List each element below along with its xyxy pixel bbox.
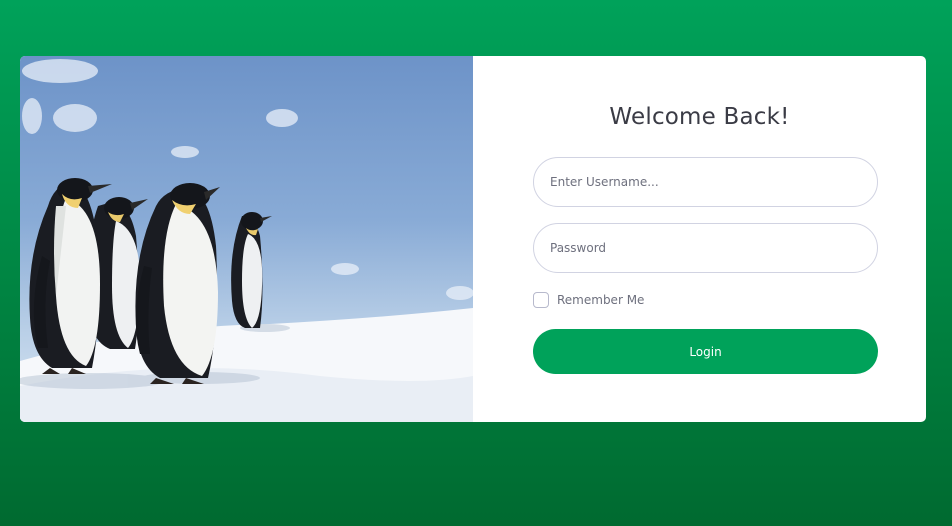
penguins-image bbox=[20, 56, 473, 422]
remember-me-label[interactable]: Remember Me bbox=[557, 293, 644, 307]
remember-me: Remember Me bbox=[533, 292, 644, 308]
penguin-center bbox=[135, 183, 220, 384]
login-form: Welcome Back! Remember Me Login bbox=[473, 56, 926, 422]
password-input[interactable] bbox=[533, 223, 878, 273]
page-title: Welcome Back! bbox=[609, 104, 790, 130]
login-button[interactable]: Login bbox=[533, 329, 878, 374]
penguin-right bbox=[231, 212, 272, 328]
username-input[interactable] bbox=[533, 157, 878, 207]
remember-me-checkbox[interactable] bbox=[533, 292, 549, 308]
penguins-illustration bbox=[20, 59, 473, 422]
login-card: Welcome Back! Remember Me Login bbox=[20, 56, 926, 422]
